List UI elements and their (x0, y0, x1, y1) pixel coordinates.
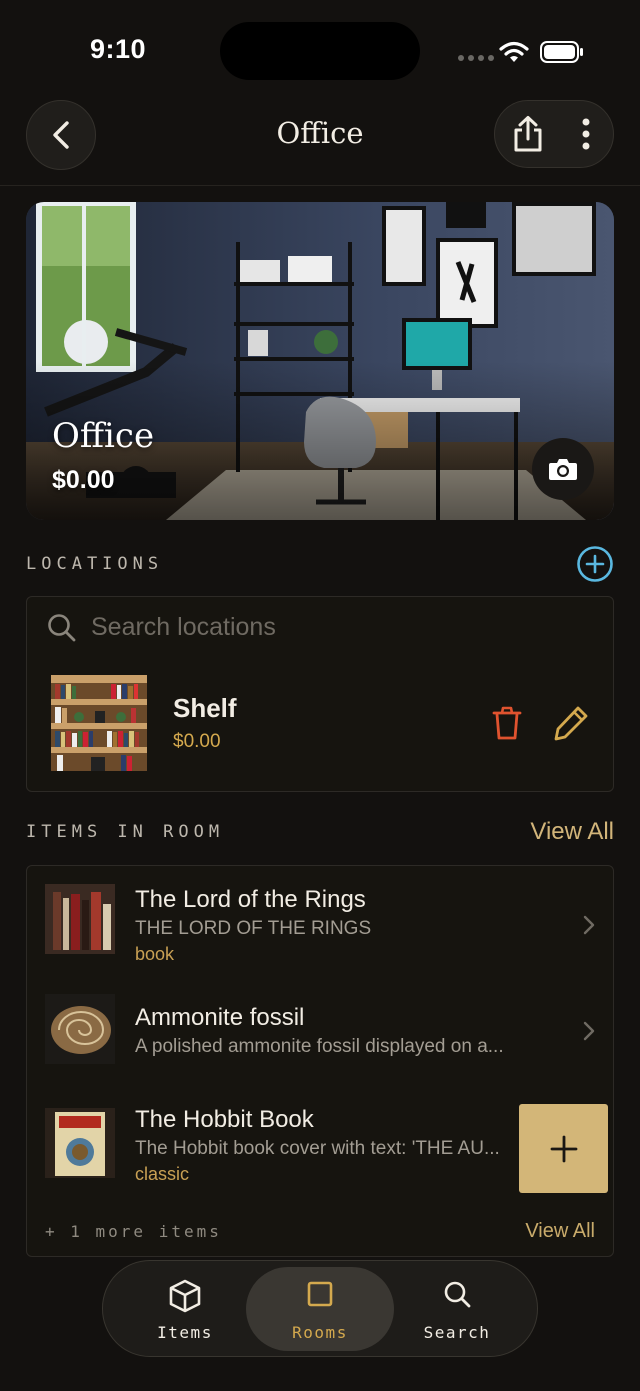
more-options-button[interactable] (561, 109, 611, 159)
item-subtitle: A polished ammonite fossil displayed on … (135, 1036, 504, 1057)
view-all-items-bottom-link[interactable]: View All (497, 1220, 595, 1243)
plus-icon (550, 1135, 577, 1162)
share-icon (514, 116, 542, 152)
item-title: The Hobbit Book (135, 1106, 314, 1133)
hero-room-value: $0.00 (52, 466, 115, 494)
tab-bar: Items Rooms Search (102, 1260, 538, 1357)
items-panel: The Lord of the Rings THE LORD OF THE RI… (26, 865, 614, 1257)
edit-location-button[interactable] (547, 699, 595, 747)
add-item-button[interactable] (519, 1104, 608, 1193)
cube-icon (169, 1279, 201, 1313)
item-thumbnail (45, 994, 115, 1064)
location-row-shelf[interactable]: Shelf $0.00 (27, 671, 613, 775)
change-photo-button[interactable] (532, 438, 594, 500)
item-subtitle: The Hobbit book cover with text: 'THE AU… (135, 1138, 500, 1159)
cellular-signal-icon (458, 55, 494, 61)
item-thumbnail (45, 1108, 115, 1178)
item-row-ammonite[interactable]: Ammonite fossil A polished ammonite foss… (27, 990, 613, 1100)
tab-rooms[interactable]: Rooms (246, 1267, 394, 1351)
view-all-items-link[interactable]: View All (500, 818, 614, 846)
item-thumbnail (45, 884, 115, 954)
tab-search-label: Search (423, 1323, 491, 1342)
search-locations-input[interactable] (91, 609, 591, 645)
hero-room-title: Office (52, 416, 155, 456)
locations-section-label: LOCATIONS (26, 554, 164, 574)
delete-location-button[interactable] (485, 701, 529, 745)
tab-rooms-label: Rooms (292, 1323, 348, 1342)
item-tag: book (135, 944, 175, 964)
wifi-icon (499, 41, 529, 62)
trash-icon (492, 706, 522, 740)
share-button[interactable] (503, 109, 553, 159)
tab-items[interactable]: Items (111, 1267, 259, 1351)
room-hero-image: Office $0.00 (26, 202, 614, 520)
item-title: Ammonite fossil (135, 1004, 305, 1031)
more-items-label: + 1 more items (45, 1222, 222, 1241)
status-bar: 9:10 (0, 0, 640, 100)
pencil-icon (554, 706, 588, 741)
add-location-button[interactable] (576, 545, 614, 583)
status-time: 9:10 (90, 34, 147, 64)
search-icon (48, 614, 76, 642)
items-section-label: ITEMS IN ROOM (26, 822, 225, 842)
dynamic-island (220, 22, 420, 80)
item-tag: classic (135, 1164, 190, 1184)
vertical-ellipsis-icon (582, 118, 590, 150)
tab-search[interactable]: Search (383, 1267, 531, 1351)
camera-icon (549, 459, 577, 480)
location-value: $0.00 (173, 731, 221, 752)
location-name: Shelf (173, 693, 237, 723)
tab-items-label: Items (157, 1323, 213, 1342)
location-search-bar (27, 597, 613, 657)
nav-header: Office (0, 98, 640, 186)
item-title: The Lord of the Rings (135, 886, 366, 913)
item-subtitle: THE LORD OF THE RINGS (135, 918, 372, 939)
locations-panel: Shelf $0.00 (26, 596, 614, 792)
shelf-thumbnail (51, 675, 147, 771)
square-icon (307, 1281, 333, 1307)
item-row-lotr[interactable]: The Lord of the Rings THE LORD OF THE RI… (27, 872, 613, 982)
chevron-right-icon (583, 1021, 595, 1041)
battery-icon (540, 41, 583, 63)
header-actions (494, 100, 614, 168)
chevron-right-icon (583, 915, 595, 935)
search-icon (444, 1281, 471, 1308)
